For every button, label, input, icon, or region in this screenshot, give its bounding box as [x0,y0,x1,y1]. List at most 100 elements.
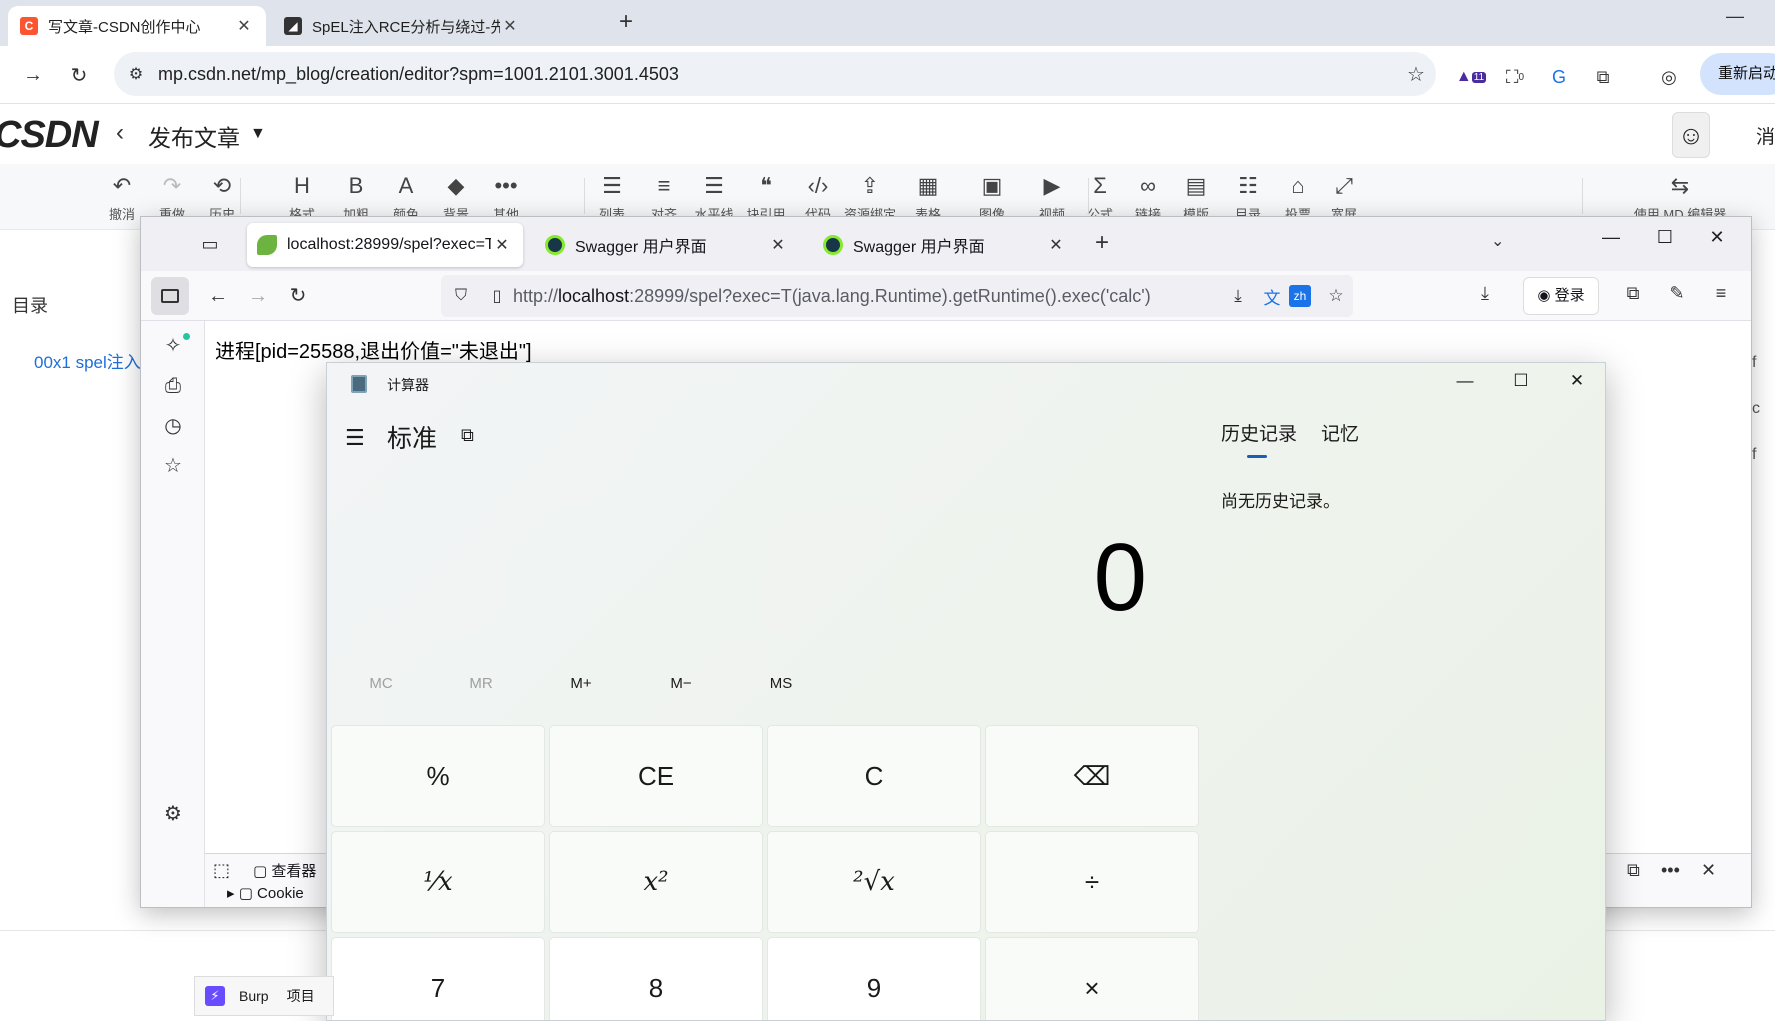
app-title: 计算器 [387,377,429,393]
close-icon[interactable]: ✕ [234,16,254,36]
memory-recall-button[interactable]: MR [441,675,521,692]
key-seven[interactable]: 7 [331,937,545,1020]
back-arrow-icon[interactable]: ‹ [116,119,124,147]
swagger-icon [823,235,843,255]
key-label: ²√x [853,867,895,897]
google-translate-icon[interactable]: G [1544,62,1574,92]
toc-item[interactable]: 00x1 spel注入 [34,348,141,373]
memory-subtract-button[interactable]: M− [641,675,721,692]
key-eight[interactable]: 8 [549,937,763,1020]
maximize-button[interactable]: ☐ [1645,227,1685,248]
chrome-toolbar: → ↻ ⚙ mp.csdn.net/mp_blog/creation/edito… [0,46,1775,104]
ff-tab-localhost[interactable]: localhost:28999/spel?exec=T( ✕ [247,223,523,267]
bookmark-star-icon[interactable]: ☆ [1319,286,1353,306]
minimize-button[interactable]: — [1726,6,1744,27]
ff-tab-swagger-1[interactable]: Swagger 用户界面 ✕ [535,223,799,267]
template-icon: ▤ [1185,173,1207,198]
keep-on-top-icon[interactable]: ⧉ [461,425,474,446]
memory-clear-button[interactable]: MC [341,675,421,692]
forward-icon[interactable]: → [243,281,273,311]
tab-list-icon[interactable]: ▭ [193,229,227,259]
extension-capture-icon[interactable]: ⛶ 0 [1500,62,1530,92]
tracking-shield-icon[interactable]: ⛉ [441,287,481,305]
translate-badge[interactable]: zh [1289,285,1311,307]
new-tab-button[interactable]: + [1095,229,1109,257]
close-icon[interactable]: ✕ [767,235,789,255]
devtools-inspector-tab[interactable]: ▢ 查看器 [253,860,316,881]
synced-tabs-icon[interactable]: ⎙ [158,371,188,401]
extensions-icon[interactable]: ⧉ [1619,283,1647,304]
calculator-app-icon [351,375,367,393]
reload-icon[interactable]: ↻ [62,58,96,92]
ff-tab-swagger-2[interactable]: Swagger 用户界面 ✕ [813,223,1077,267]
login-button[interactable]: ◉ 登录 [1523,277,1599,315]
save-to-pocket-icon[interactable]: ⤓ [1221,286,1255,306]
memory-add-button[interactable]: M+ [541,675,621,692]
translate-icon[interactable]: 文 [1255,284,1289,309]
maximize-button[interactable]: ☐ [1501,371,1541,391]
hamburger-menu-icon[interactable]: ☰ [345,425,365,451]
key-percent[interactable]: % [331,725,545,827]
forward-icon[interactable]: → [16,58,50,92]
menu-icon[interactable]: ≡ [1707,283,1735,304]
minimize-button[interactable]: — [1445,371,1485,391]
page-info-icon[interactable]: ▯ [481,286,513,306]
site-settings-icon[interactable]: ⚙ [114,64,158,84]
history-icon[interactable]: ◷ [158,411,188,441]
key-reciprocal[interactable]: ⅟x [331,831,545,933]
firefox-tab-strip: ▭ localhost:28999/spel?exec=T( ✕ Swagger… [141,217,1751,271]
element-picker-icon[interactable]: ⬚ [213,860,230,881]
close-icon[interactable]: ✕ [500,16,520,36]
sidebar-toggle-button[interactable] [151,277,189,315]
devtools-cookie-row[interactable]: ▸ ▢ Cookie [227,884,304,902]
key-square[interactable]: x² [549,831,763,933]
downloads-icon[interactable]: ⤓ [1471,283,1499,304]
burp-taskbar-item[interactable]: ⚡ Burp 项目 [194,976,334,1016]
key-sqrt[interactable]: ²√x [767,831,981,933]
login-label: 登录 [1554,287,1585,304]
chrome-tab-csdn[interactable]: C 写文章-CSDN创作中心 ✕ [8,6,266,46]
close-button[interactable]: ✕ [1557,371,1597,391]
close-window-button[interactable]: ✕ [1697,227,1737,248]
tab-title: localhost:28999/spel?exec=T( [287,236,491,253]
editor-right-edge: f c f [1752,340,1760,478]
key-clear[interactable]: C [767,725,981,827]
key-backspace[interactable]: ⌫ [985,725,1199,827]
profile-icon[interactable]: ◎ [1654,62,1684,92]
tab-title: SpEL注入RCE分析与绕过-先知社 [312,18,500,36]
close-icon[interactable]: ✕ [491,235,513,255]
chevron-down-icon[interactable]: ⌄ [1491,231,1504,251]
address-url[interactable]: mp.csdn.net/mp_blog/creation/editor?spm=… [158,64,1396,85]
extensions-puzzle-icon[interactable]: ⧉ [1588,62,1618,92]
key-divide[interactable]: ÷ [985,831,1199,933]
messages-link[interactable]: 消 [1756,122,1775,149]
close-icon[interactable]: ✕ [1045,235,1067,255]
back-icon[interactable]: ← [203,281,233,311]
dock-icon[interactable]: ⧉ [1627,860,1640,881]
chevron-down-icon[interactable]: ▼ [250,125,266,143]
csdn-logo[interactable]: CSDN [0,114,99,157]
key-clear-entry[interactable]: CE [549,725,763,827]
notes-icon[interactable]: ✎ [1663,283,1691,304]
memory-store-button[interactable]: MS [741,675,821,692]
new-tab-button[interactable]: + [612,9,640,37]
tab-history[interactable]: 历史记录 [1221,419,1297,446]
minimize-button[interactable]: — [1591,227,1631,248]
chrome-tab-xianzhi[interactable]: ◢ SpEL注入RCE分析与绕过-先知社 ✕ [272,6,532,46]
more-options-icon[interactable]: ••• [1661,860,1680,881]
settings-gear-icon[interactable]: ⚙ [158,799,188,829]
key-multiply[interactable]: × [985,937,1199,1020]
bookmarks-icon[interactable]: ☆ [158,451,188,481]
extension-mortarboard-icon[interactable]: ▲ 11 [1456,62,1487,92]
avatar[interactable]: ☺ [1672,112,1710,158]
chrome-address-bar[interactable]: ⚙ mp.csdn.net/mp_blog/creation/editor?sp… [114,52,1436,96]
reload-icon[interactable]: ↻ [283,281,313,311]
tab-memory[interactable]: 记忆 [1321,419,1359,446]
relaunch-button[interactable]: 重新启动 [1700,53,1775,95]
address-url[interactable]: http://localhost:28999/spel?exec=T(java.… [513,286,1221,307]
bookmark-star-icon[interactable]: ☆ [1396,62,1436,87]
csdn-favicon-icon: C [20,17,38,35]
key-nine[interactable]: 9 [767,937,981,1020]
firefox-address-bar[interactable]: ⛉ ▯ http://localhost:28999/spel?exec=T(j… [441,275,1353,317]
close-devtools-icon[interactable]: ✕ [1701,860,1716,881]
